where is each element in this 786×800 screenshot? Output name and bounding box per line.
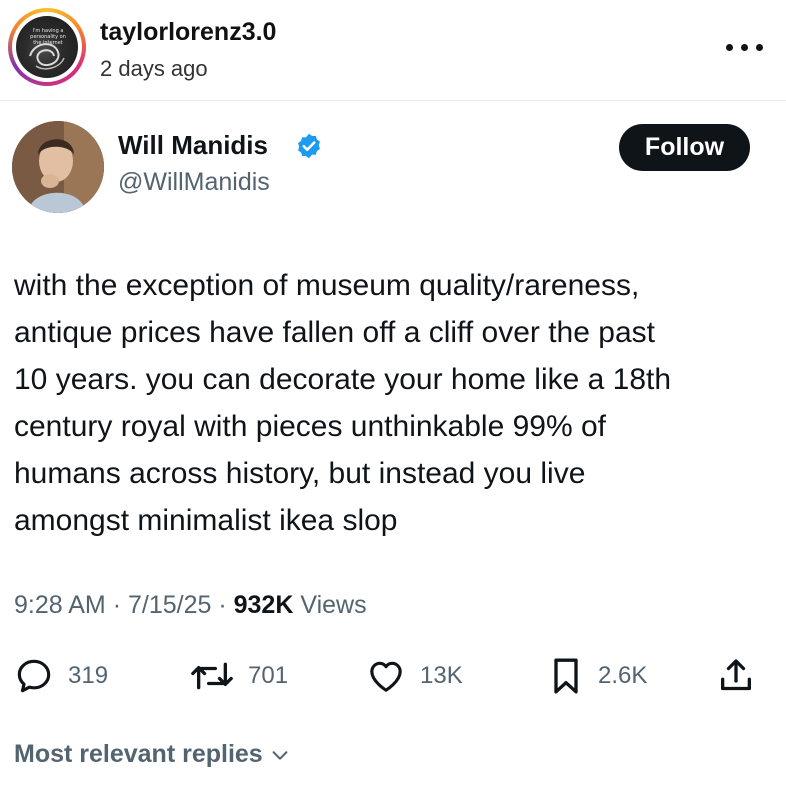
bookmark-icon xyxy=(554,658,578,694)
avatar-swirl-graphic xyxy=(29,43,65,70)
repost-button[interactable]: 701 xyxy=(190,656,288,696)
follow-button[interactable]: Follow xyxy=(619,124,750,171)
tweet-meta: 9:28 AM · 7/15/25 · 932K Views xyxy=(14,591,367,620)
profile-avatar[interactable]: I'm having a personality on the internet xyxy=(16,16,78,78)
chevron-down-icon xyxy=(272,750,288,760)
post-timestamp: 2 days ago xyxy=(100,56,208,81)
replies-sort-dropdown[interactable]: Most relevant replies xyxy=(14,740,291,769)
post-header: I'm having a personality on the internet… xyxy=(0,0,786,101)
bookmark-count: 2.6K xyxy=(598,662,648,689)
reply-button[interactable]: 319 xyxy=(14,656,108,696)
share-button[interactable] xyxy=(716,656,756,696)
tweet-time[interactable]: 9:28 AM xyxy=(14,591,106,619)
more-horizontal-icon xyxy=(726,44,733,51)
meta-separator: · xyxy=(112,591,122,619)
like-count: 13K xyxy=(420,662,463,689)
more-options-button[interactable] xyxy=(720,32,770,62)
tweet-text: with the exception of museum quality/rar… xyxy=(14,269,672,537)
repost-icon xyxy=(191,662,233,690)
profile-story-ring[interactable]: I'm having a personality on the internet xyxy=(8,8,86,86)
tweet-date[interactable]: 7/15/25 xyxy=(128,591,211,619)
replies-sort-label: Most relevant replies xyxy=(14,740,263,768)
like-button[interactable]: 13K xyxy=(366,656,463,696)
meta-separator: · xyxy=(218,591,227,619)
views-label: Views xyxy=(300,591,367,619)
author-avatar[interactable] xyxy=(12,121,104,213)
post-username[interactable]: taylorlorenz3.0 xyxy=(100,18,276,47)
repost-count: 701 xyxy=(248,662,289,689)
reply-count: 319 xyxy=(68,662,109,689)
share-icon xyxy=(721,659,751,691)
heart-icon xyxy=(370,661,402,692)
more-dot xyxy=(741,44,748,51)
author-name[interactable]: Will Manidis xyxy=(118,130,268,161)
verified-badge-icon xyxy=(298,133,320,159)
reply-icon xyxy=(17,659,51,693)
more-dot xyxy=(756,44,763,51)
bookmark-button[interactable]: 2.6K xyxy=(548,656,647,696)
author-handle[interactable]: @WillManidis xyxy=(118,168,270,197)
author-photo xyxy=(12,121,104,213)
views-count: 932K xyxy=(233,591,294,619)
